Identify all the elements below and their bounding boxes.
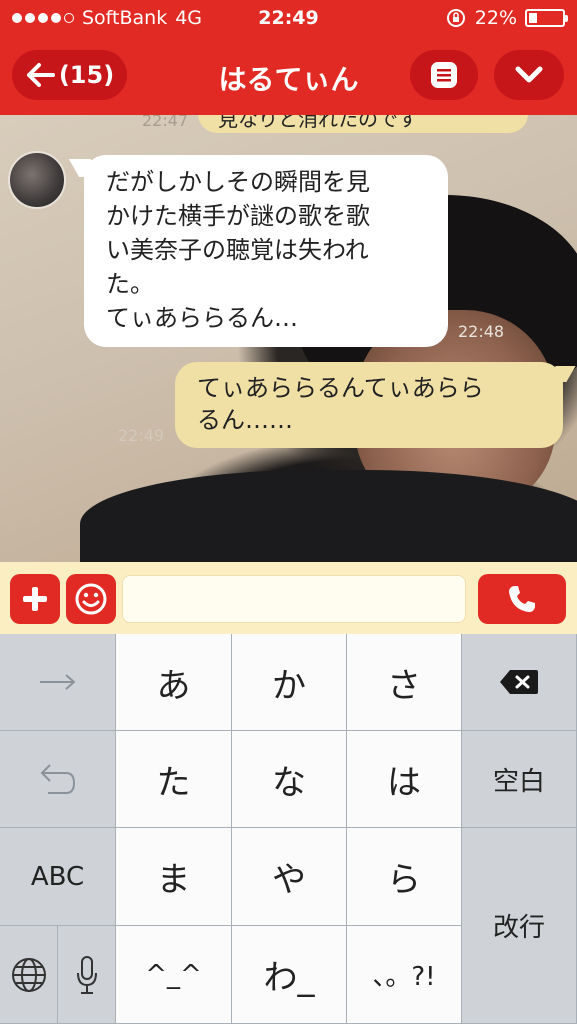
key-ka[interactable]: か: [232, 634, 347, 731]
message-line: てぃあららるん…: [106, 304, 298, 332]
chat-area[interactable]: 22:47 見なりと消れたのです だがしかしその瞬間を見 かけた横手が謎の歌を歌…: [0, 115, 577, 562]
undo-arrow-icon: [40, 764, 75, 794]
key-ma[interactable]: ま: [116, 828, 232, 926]
incoming-message[interactable]: だがしかしその瞬間を見 かけた横手が謎の歌を歌 い美奈子の聴覚は失われ た。 て…: [84, 155, 448, 347]
message-input[interactable]: [122, 575, 466, 623]
key-wa[interactable]: わ_: [232, 926, 347, 1024]
contact-avatar[interactable]: [8, 151, 66, 209]
key-ha[interactable]: は: [347, 731, 462, 828]
dictation-key[interactable]: [58, 926, 116, 1024]
globe-icon: [11, 957, 46, 992]
delete-key[interactable]: [462, 634, 577, 731]
list-menu-icon: [431, 62, 457, 88]
add-attachment-button[interactable]: [10, 574, 60, 624]
key-na[interactable]: な: [232, 731, 347, 828]
message-line: い美奈子の聴覚は失われ: [106, 236, 369, 264]
arrow-right-icon: [39, 674, 76, 690]
back-button[interactable]: (15): [12, 50, 127, 100]
input-bar: [0, 562, 577, 634]
key-ra[interactable]: ら: [347, 828, 462, 926]
call-button[interactable]: [478, 574, 566, 624]
key-sa[interactable]: さ: [347, 634, 462, 731]
background-photo-shirt: [80, 470, 577, 562]
chevron-down-icon: [515, 66, 543, 83]
key-ta[interactable]: た: [116, 731, 232, 828]
message-line: かけた横手が謎の歌を歌: [106, 202, 370, 230]
backspace-icon: [500, 670, 538, 694]
smiley-icon: [75, 583, 107, 615]
chat-title: はるてぃん: [218, 63, 359, 96]
key-emoticon[interactable]: ^_^: [116, 926, 232, 1024]
battery-percent: 22%: [474, 7, 517, 29]
orientation-lock-icon: [446, 9, 465, 27]
message-line: てぃあららるんてぃあらら: [197, 374, 484, 402]
key-a[interactable]: あ: [116, 634, 232, 731]
outgoing-message-partial[interactable]: 見なりと消れたのです: [198, 115, 528, 133]
space-key[interactable]: 空白: [462, 731, 577, 828]
unread-count: (15): [58, 61, 115, 89]
expand-button[interactable]: [494, 50, 564, 100]
status-bar: SoftBank 4G 22:49 22%: [0, 0, 577, 38]
key-ya[interactable]: や: [232, 828, 347, 926]
globe-key[interactable]: [0, 926, 58, 1024]
keyboard: あ か さ た な は 空白 ABC ま や ら 改行 ^_^ わ_ 、。?!: [0, 634, 577, 1024]
undo-key[interactable]: [0, 731, 116, 828]
abc-key[interactable]: ABC: [0, 828, 116, 926]
message-line: だがしかしその瞬間を見: [106, 168, 370, 196]
phone-icon: [509, 586, 535, 612]
back-arrow-icon: [26, 63, 55, 87]
message-timestamp: 22:49: [118, 426, 165, 445]
nav-bar: (15) はるてぃん: [0, 38, 577, 115]
outgoing-message[interactable]: てぃあららるんてぃあらら るん……: [175, 362, 563, 448]
menu-button[interactable]: [410, 50, 478, 100]
enter-key[interactable]: 改行: [462, 828, 577, 1024]
key-emoticon-label: ^_^: [145, 959, 202, 990]
battery-icon: [525, 9, 568, 27]
status-right: 22%: [445, 7, 568, 29]
message-line: るん……: [197, 406, 293, 434]
sticker-button[interactable]: [66, 574, 116, 624]
message-timestamp: 22:47: [142, 115, 189, 130]
message-line: た。: [106, 270, 154, 298]
microphone-icon: [76, 955, 97, 994]
cursor-next-key[interactable]: [0, 634, 116, 731]
message-timestamp: 22:48: [458, 322, 505, 341]
plus-icon: [23, 587, 47, 611]
key-punctuation[interactable]: 、。?!: [347, 926, 462, 1024]
key-punctuation-label: 、。?!: [372, 962, 436, 992]
